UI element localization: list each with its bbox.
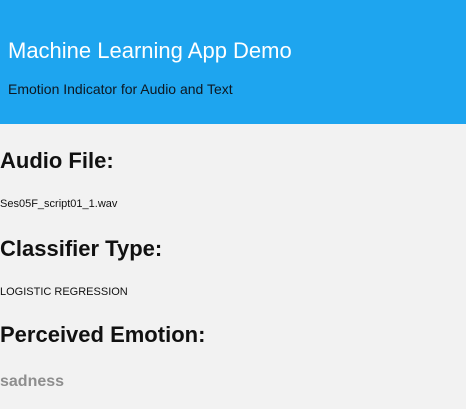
audio-file-value: Ses05F_script01_1.wav	[0, 198, 118, 210]
perceived-emotion-value: sadness	[0, 373, 65, 390]
app-header: Machine Learning App Demo Emotion Indica…	[0, 0, 466, 124]
app-title: Machine Learning App Demo	[8, 38, 292, 63]
perceived-emotion-heading: Perceived Emotion:	[0, 322, 206, 347]
classifier-type-heading: Classifier Type:	[0, 236, 163, 261]
audio-file-heading: Audio File:	[0, 148, 114, 173]
classifier-type-value: LOGISTIC REGRESSION	[0, 286, 128, 298]
app-subtitle: Emotion Indicator for Audio and Text	[8, 81, 233, 97]
